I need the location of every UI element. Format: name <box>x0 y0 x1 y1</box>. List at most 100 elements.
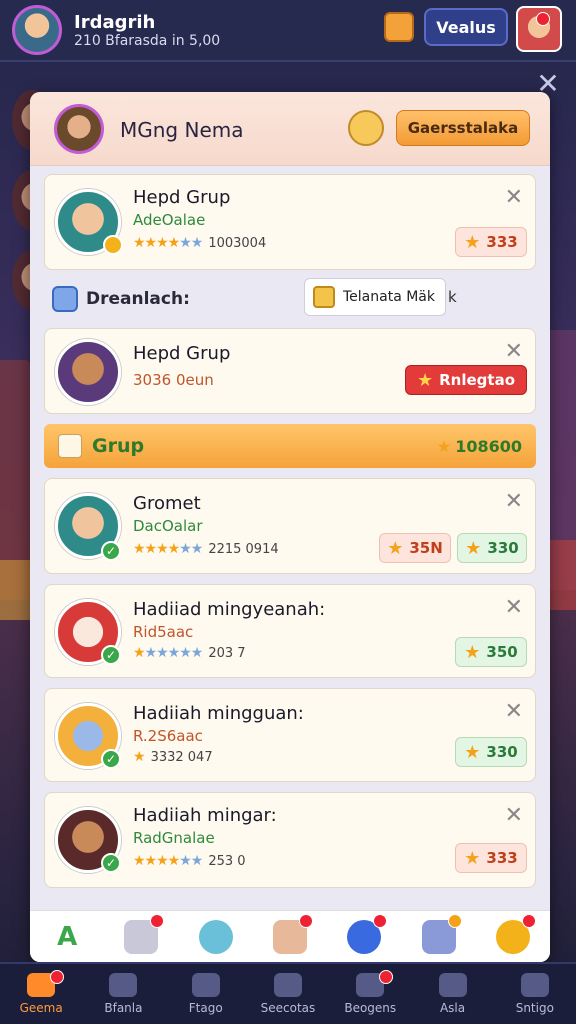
bell-icon[interactable] <box>124 913 165 954</box>
card-title: Gromet <box>133 493 201 514</box>
home-icon[interactable] <box>421 913 462 954</box>
close-icon[interactable]: ✕ <box>505 489 523 514</box>
section-suffix: k <box>448 288 457 306</box>
coin-icon[interactable] <box>495 913 536 954</box>
group-value: ★ 108600 <box>436 436 522 456</box>
reward-pill[interactable]: ★ 35N <box>379 533 451 563</box>
star-rating: ★★★★★★ 253 0 <box>133 853 246 869</box>
list-item[interactable]: ✓ Hadiiad mingyeanah: Rid5aac ★★★★★★ 203 … <box>44 584 536 678</box>
modal-icon-row: A <box>30 910 550 962</box>
star-icon: ★ <box>387 537 404 559</box>
notification-badge-icon <box>536 12 550 26</box>
star-rating: ★★★★★★ 1003004 <box>133 235 267 251</box>
check-icon: ✓ <box>101 645 121 665</box>
nav-item-6[interactable]: Asla <box>411 964 493 1024</box>
trophy-icon <box>313 286 335 308</box>
card-title: Hadiiad mingyeanah: <box>133 599 326 620</box>
modal-title: MGng Nema <box>120 118 244 142</box>
modal-action-button[interactable]: Gaersstalaka <box>396 110 530 146</box>
card-subtitle: Rid5aac <box>133 623 194 641</box>
card-number: 1003004 <box>208 236 267 251</box>
modal-avatar <box>54 104 104 154</box>
target-icon <box>273 973 302 997</box>
list-item[interactable]: Hepd Grup 3036 0eun ✕ ★ Rnlegtao <box>44 328 536 414</box>
card-subtitle: AdeOalae <box>133 211 206 229</box>
card-title: Hepd Grup <box>133 343 231 364</box>
reward-pill[interactable]: ★ 333 <box>455 227 527 257</box>
card-number: 2215 0914 <box>208 542 279 557</box>
reward-pill[interactable]: ★ 330 <box>457 533 527 563</box>
nav-item-7[interactable]: Sntigo <box>494 964 576 1024</box>
nav-item-4[interactable]: Seecotas <box>247 964 329 1024</box>
check-badge-icon[interactable] <box>347 913 388 954</box>
section-button[interactable]: Telanata Mäk <box>304 278 446 316</box>
vealus-button[interactable]: Vealus <box>424 8 508 46</box>
profile-subtitle: 210 Bfarasda in 5,00 <box>74 32 221 49</box>
profile-info: Irdagrih 210 Bfarasda in 5,00 <box>74 12 220 49</box>
star-icon: ★ <box>465 537 482 559</box>
nav-item-home[interactable]: Geema <box>0 964 82 1024</box>
card-subtitle: DacOalar <box>133 517 203 535</box>
nav-item-5[interactable]: Beogens <box>329 964 411 1024</box>
bottom-nav: Geema Bfanla Ftago Seecotas Beogens Asla… <box>0 962 576 1024</box>
check-icon: ✓ <box>101 541 121 561</box>
shield-icon <box>52 286 78 312</box>
close-icon[interactable]: ✕ <box>505 699 523 724</box>
friends-icon[interactable] <box>198 919 233 954</box>
register-button[interactable]: ★ Rnlegtao <box>405 365 527 395</box>
profile-avatar[interactable] <box>12 5 62 55</box>
member-avatar <box>55 339 121 405</box>
card-subtitle: 3036 0eun <box>133 371 214 389</box>
star-icon: ★ <box>464 741 481 763</box>
gear-icon <box>109 973 138 997</box>
star-rating: ★★★★★★ 2215 0914 <box>133 541 279 557</box>
mail-icon <box>438 973 467 997</box>
reward-pill[interactable]: ★ 350 <box>455 637 527 667</box>
check-icon: ✓ <box>101 853 121 873</box>
card-subtitle: R.2S6aac <box>133 727 203 745</box>
star-icon: ★ <box>416 369 434 391</box>
check-icon: ✓ <box>101 749 121 769</box>
letter-a-icon[interactable]: A <box>50 920 84 954</box>
emoji-face-icon <box>348 110 384 146</box>
chest-icon[interactable] <box>384 12 414 42</box>
close-icon[interactable]: ✕ <box>505 595 523 620</box>
card-subtitle: RadGnalae <box>133 829 215 847</box>
card-number: 3332 047 <box>150 750 213 765</box>
reward-pill[interactable]: ★ 330 <box>455 737 527 767</box>
friend-avatar[interactable] <box>516 6 562 52</box>
list-item[interactable]: ✓ Gromet DacOalar ★★★★★★ 2215 0914 ✕ ★ 35N… <box>44 478 536 574</box>
close-icon[interactable]: ✕ <box>505 185 523 210</box>
clipboard-icon[interactable] <box>272 913 313 954</box>
card-number: 253 0 <box>208 854 246 869</box>
nav-item-3[interactable]: Ftago <box>165 964 247 1024</box>
card-number: 203 7 <box>208 646 246 661</box>
list-item[interactable]: ✓ Hadiiah mingar: RadGnalae ★★★★★★ 253 0 … <box>44 792 536 888</box>
star-icon: ★ <box>464 231 481 253</box>
group-bar[interactable]: Grup ★ 108600 <box>44 424 536 468</box>
list-item[interactable]: ✓ Hadiiah mingguan: R.2S6aac ★ 3332 047 ✕… <box>44 688 536 782</box>
arrow-icon <box>191 973 220 997</box>
modal-header: MGng Nema Gaersstalaka <box>30 92 550 166</box>
reward-pill[interactable]: ★ 333 <box>455 843 527 873</box>
star-icon: ★ <box>436 436 452 456</box>
group-label: Grup <box>92 435 145 457</box>
crown-icon <box>103 235 123 255</box>
nav-item-2[interactable]: Bfanla <box>82 964 164 1024</box>
card-title: Hadiiah mingar: <box>133 805 277 826</box>
list-item[interactable]: Hepd Grup AdeOalae ★★★★★★ 1003004 ✕ ★ 333 <box>44 174 536 270</box>
profile-name: Irdagrih <box>74 11 156 33</box>
close-icon[interactable]: ✕ <box>505 339 523 364</box>
group-icon <box>58 434 82 458</box>
menu-icon <box>520 973 549 997</box>
card-title: Hepd Grup <box>133 187 231 208</box>
star-icon: ★ <box>464 847 481 869</box>
star-rating: ★ 3332 047 <box>133 749 213 765</box>
star-icon: ★ <box>464 641 481 663</box>
close-icon[interactable]: ✕ <box>505 803 523 828</box>
top-bar: Irdagrih 210 Bfarasda in 5,00 Vealus <box>0 0 576 62</box>
section-label: Dreanlach: <box>86 289 190 309</box>
group-modal: MGng Nema Gaersstalaka Hepd Grup AdeOala… <box>30 92 550 962</box>
section-header: Dreanlach: <box>44 282 536 316</box>
star-rating: ★★★★★★ 203 7 <box>133 645 246 661</box>
